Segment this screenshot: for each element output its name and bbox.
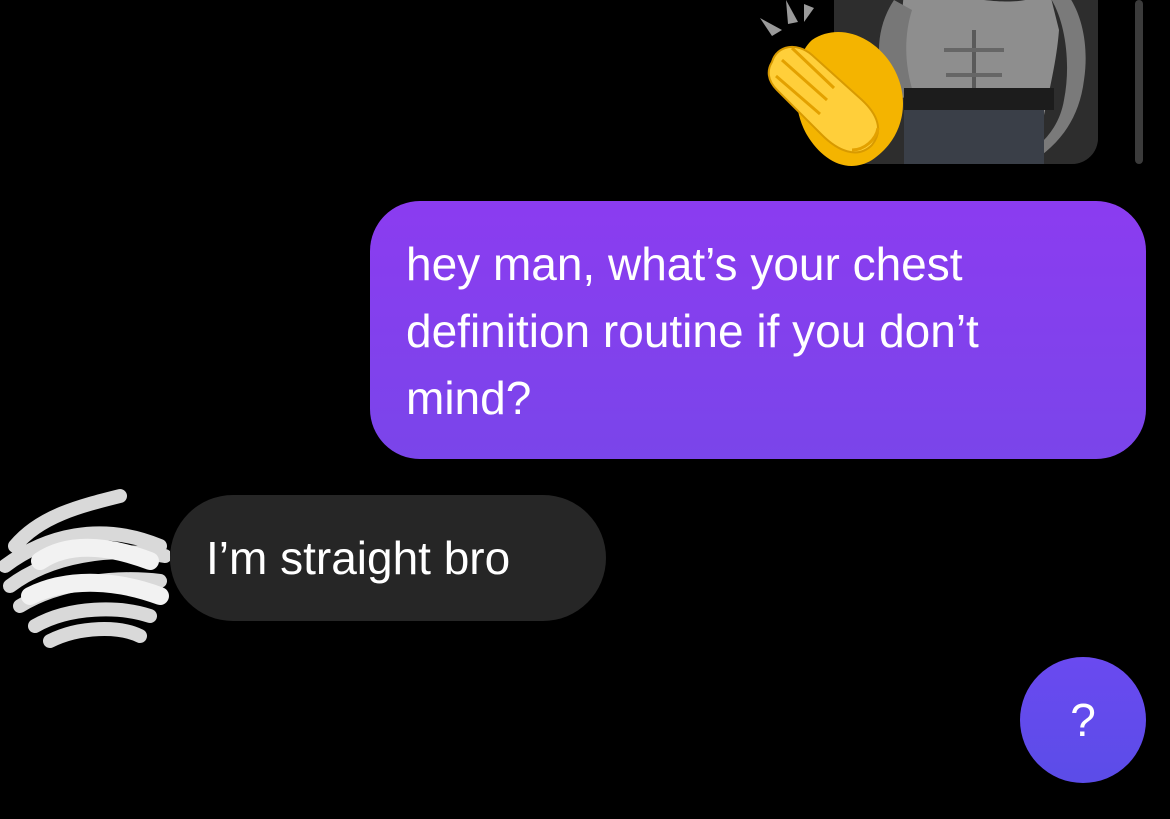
scribbled-avatar — [0, 489, 170, 648]
clapping-hands-icon — [760, 0, 904, 166]
sent-message-bubble-question[interactable]: ? — [1020, 657, 1146, 783]
received-message-bubble[interactable]: I’m straight bro — [170, 495, 606, 621]
message-text: I’m straight bro — [206, 532, 511, 584]
sent-message-bubble[interactable]: hey man, what’s your chest definition ro… — [370, 201, 1146, 459]
message-text: ? — [1070, 694, 1096, 746]
scrollbar[interactable] — [1135, 0, 1143, 164]
message-text: hey man, what’s your chest definition ro… — [406, 238, 979, 424]
chat-thread: hey man, what’s your chest definition ro… — [0, 0, 1170, 819]
